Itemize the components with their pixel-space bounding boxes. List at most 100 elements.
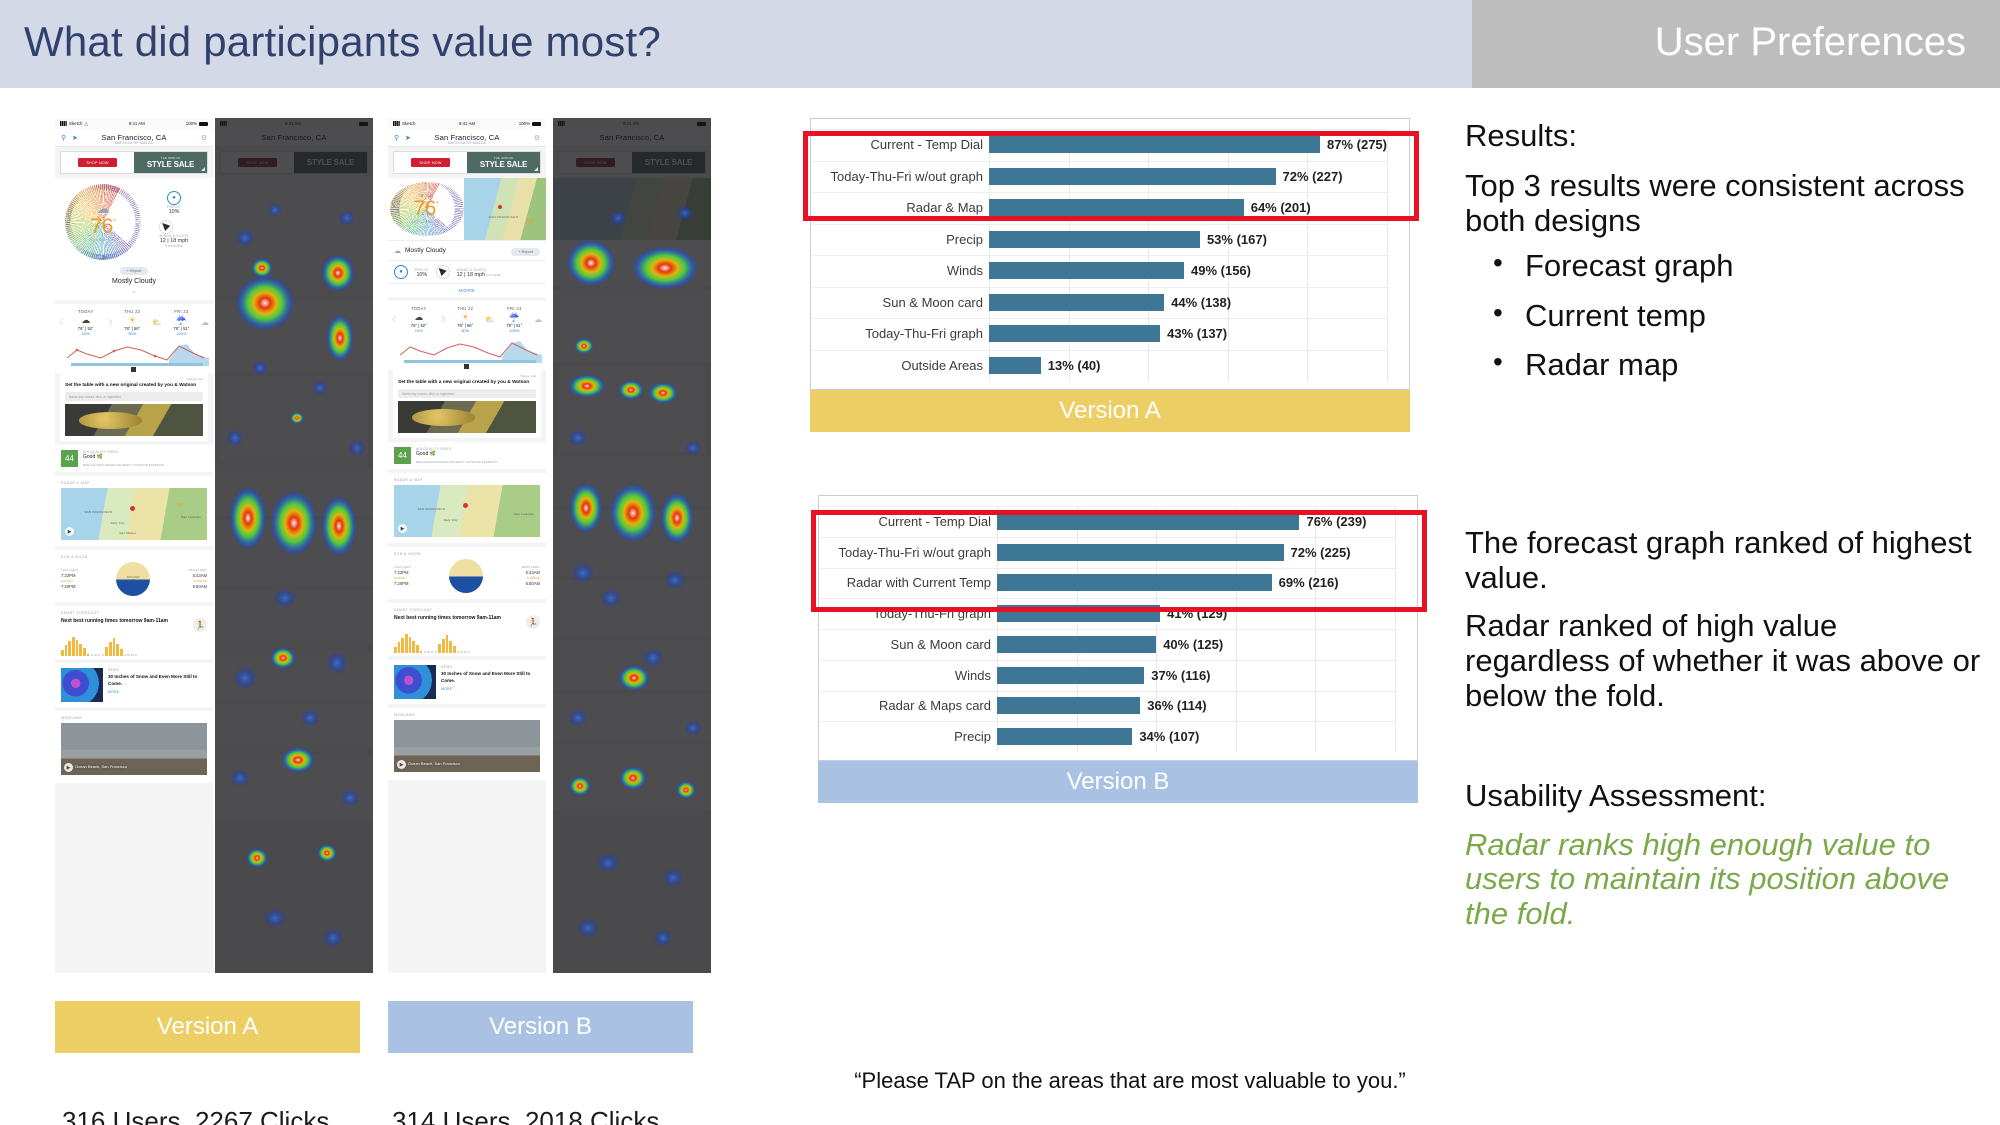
- webcam-image[interactable]: ▶ Ocean Beach, San Francisco: [61, 723, 207, 776]
- news-more-link[interactable]: MORE: [441, 687, 540, 691]
- forecast-prev-icon[interactable]: ☾: [392, 315, 399, 324]
- chart-row: Today-Thu-Fri w/out graph 72% (225): [819, 536, 1395, 568]
- chart-row: Sun & Moon card 40% (125): [819, 629, 1395, 660]
- moon-icon: ☽: [438, 315, 446, 324]
- chart-row-separator: [811, 349, 1387, 351]
- forecast-weather-icon: ☀: [128, 315, 137, 325]
- chart-bar: [997, 728, 1133, 746]
- forecast-graph[interactable]: [59, 338, 209, 373]
- news-text: NEWS 30 Inches of Snow and Even More Sti…: [108, 668, 207, 702]
- forecast-next-icon[interactable]: ☁: [201, 318, 209, 327]
- forecast-scrub-bar[interactable]: [71, 363, 203, 366]
- shop-now-button[interactable]: SHOP NOW: [411, 158, 450, 167]
- ad-banner[interactable]: SHOP NOW THE SPRING STYLE SALE: [60, 151, 208, 174]
- precip-icon: ●: [394, 265, 408, 279]
- temp-dial[interactable]: ☁ 76° FEELS LIKE 76°: [65, 184, 141, 260]
- forecast-scrub-handle[interactable]: [462, 363, 470, 370]
- precip-metric: ● PRECIP 10%: [167, 191, 181, 215]
- chart-row: Radar & Map 64% (201): [811, 192, 1387, 224]
- forecast-precip: 30%: [461, 328, 470, 333]
- watson-ad-card[interactable]: Watson Ads Set the table with a new orig…: [393, 370, 541, 439]
- news-more-link[interactable]: MORE: [108, 690, 207, 694]
- forecast-day[interactable]: FRI 23 ☔ 78° | 51° 100%: [162, 309, 201, 336]
- chart-row: Winds 49% (156): [811, 255, 1387, 287]
- sunmoon-section-header: SUN & MOON: [61, 555, 88, 560]
- play-icon[interactable]: ▶: [397, 760, 406, 770]
- chevron-down-icon[interactable]: ⌄: [61, 287, 207, 295]
- radar-map-card[interactable]: RADAR & MAP SAN FRANCISCO Daly City San …: [55, 476, 213, 547]
- webcam-card[interactable]: WEBCAMS ▶ Ocean Beach, San Francisco: [55, 711, 213, 784]
- current-temp: 76°: [90, 215, 116, 238]
- radar-map-card[interactable]: RADAR & MAP SAN FRANCISCO Daly City San …: [388, 473, 546, 544]
- temp-dial[interactable]: 76° | 52° 76° FEELS LIKE 76°: [388, 178, 464, 240]
- chart-value-label: 34% (107): [1139, 729, 1200, 745]
- play-icon[interactable]: ▶: [65, 527, 74, 537]
- current-conditions-card-b: 76° | 52° 76° FEELS LIKE 76° SAN FRANCIS…: [388, 178, 546, 297]
- forecast-days: ☾ TODAY ☁ 76° | 52° 10% ☽ THU 22 ☀ 78° |…: [59, 309, 209, 336]
- news-label: NEWS: [108, 668, 120, 673]
- map-temp-label: 76°: [176, 502, 184, 509]
- smart-section-header: SMART FORECAST: [61, 611, 100, 616]
- chart-row-separator: [811, 286, 1387, 288]
- ad-button-zone[interactable]: SHOP NOW: [394, 158, 467, 167]
- forecast-day[interactable]: THU 22 ☀ 78° | 56° 30%: [446, 306, 485, 333]
- forecast-day[interactable]: TODAY ☁ 76° | 52° 10%: [66, 309, 105, 336]
- chart-row: Precip 53% (167): [811, 223, 1387, 256]
- forecast-next-icon[interactable]: ☁: [534, 315, 542, 324]
- radar-map[interactable]: SAN FRANCISCO Daly City San Leandro ▶: [394, 485, 540, 538]
- ad-corner-icon: [534, 167, 538, 171]
- chart-value-label: 44% (138): [1171, 294, 1232, 310]
- status-time: 9:41 AM: [128, 121, 145, 126]
- daylight-text: DAYLIGHT 14:32 hrs: [116, 562, 150, 596]
- metrics-row: ● PRECIP 10% WINDS & GUSTS 12 | 18 mph f…: [388, 260, 546, 283]
- more-button[interactable]: MORE: [388, 283, 546, 297]
- watson-input[interactable]: Name any course, dish, or ingredient: [398, 389, 536, 399]
- partly-cloudy-icon: ⛅: [484, 315, 495, 324]
- precip-value: 10%: [168, 209, 180, 215]
- chart-row-separator: [819, 536, 1395, 538]
- forecast-graph[interactable]: [392, 335, 542, 370]
- ad-banner[interactable]: SHOP NOW THE SPRING STYLE SALE: [393, 151, 541, 174]
- first-light-value: 5:43AM: [192, 572, 207, 578]
- chart-version-b: Current - Temp Dial 76% (239) Today-Thu-Fr…: [811, 495, 1427, 803]
- forecast-scrub-bar[interactable]: [404, 360, 536, 363]
- webcam-card[interactable]: WEBCAMS ▶ Ocean Beach, San Francisco: [388, 708, 546, 781]
- shop-now-button[interactable]: SHOP NOW: [78, 158, 117, 167]
- news-card[interactable]: NEWS 30 Inches of Snow and Even More Sti…: [388, 660, 546, 705]
- watson-ad-card[interactable]: Watson Ads Set the table with a new orig…: [60, 373, 208, 442]
- carrier-label: Sketch: [402, 121, 416, 126]
- play-icon[interactable]: ▶: [64, 763, 73, 773]
- forecast-day[interactable]: THU 22 ☀ 78° | 56° 30%: [113, 309, 152, 336]
- ad-button-zone[interactable]: SHOP NOW: [61, 158, 134, 167]
- map-city-label: SAN FRANCISCO: [84, 510, 113, 515]
- forecast-weather-icon: ☁: [414, 312, 424, 322]
- usability-column: Usability Assessment: Radar ranks high e…: [1465, 778, 1985, 932]
- webcam-image[interactable]: ▶ Ocean Beach, San Francisco: [394, 720, 540, 773]
- chart-b-rows: Current - Temp Dial 76% (239) Today-Thu-Fr…: [819, 506, 1395, 752]
- forecast-prev-icon[interactable]: ☾: [59, 318, 66, 327]
- map-city-label: SAN FRANCISCO: [488, 215, 519, 220]
- precip-block: PRECIP 10%: [415, 267, 429, 278]
- play-icon[interactable]: ▶: [398, 524, 407, 534]
- news-card[interactable]: NEWS 30 Inches of Snow and Even More Sti…: [55, 663, 213, 708]
- watson-input[interactable]: Name any course, dish, or ingredient: [65, 392, 203, 402]
- running-times-bars: [61, 636, 207, 657]
- running-times-bars: [394, 633, 540, 654]
- version-b-band: Version B: [388, 1001, 693, 1053]
- chart-bar: [997, 512, 1300, 530]
- nav-bar: ⚲ ➤ San Francisco, CA ⚙ MM ELSA RP MAZZA: [55, 129, 213, 147]
- radar-map-inline[interactable]: SAN FRANCISCO 76°: [464, 178, 546, 240]
- forecast-scrub-handle[interactable]: [129, 366, 137, 373]
- condition-text: Mostly Cloudy: [112, 278, 156, 285]
- chart-category-label: Precip: [946, 231, 983, 247]
- radar-map[interactable]: SAN FRANCISCO Daly City San Mateo San Le…: [61, 488, 207, 541]
- chart-bar: [989, 325, 1161, 343]
- partly-cloudy-icon: ⛅: [151, 318, 162, 327]
- forecast-day[interactable]: TODAY ☁ 76° | 52° 10%: [399, 306, 438, 333]
- usability-heading: Usability Assessment:: [1465, 778, 1767, 813]
- report-button[interactable]: + Report: [119, 267, 149, 275]
- chart-row: Sun & Moon card 44% (138): [811, 286, 1387, 319]
- report-button[interactable]: + Report: [511, 248, 540, 256]
- forecast-day[interactable]: FRI 23 ☔ 78° | 51° 100%: [495, 306, 534, 333]
- chart-category-label: Today-Thu-Fri graph: [865, 326, 983, 342]
